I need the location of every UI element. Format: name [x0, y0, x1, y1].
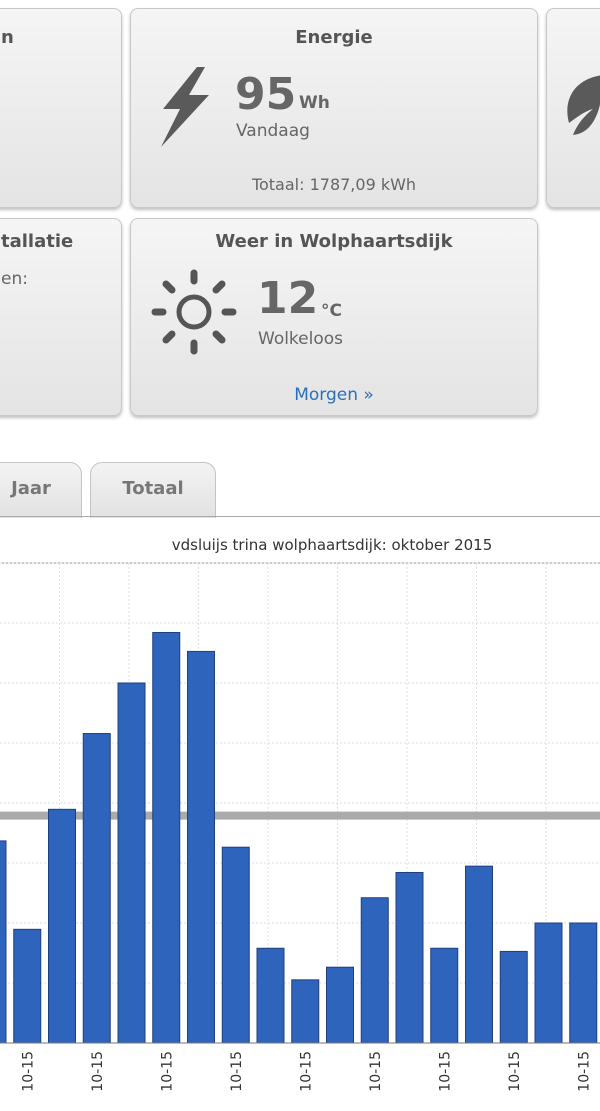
installatie-line: en: [1, 269, 28, 289]
bar [152, 631, 181, 1044]
bar [117, 682, 146, 1044]
chart-title: vdsluijs trina wolphaartsdijk: oktober 2… [172, 536, 493, 554]
card-production: n [0, 8, 122, 208]
tab-jaar[interactable]: Jaar [0, 462, 82, 518]
weer-morgen-link[interactable]: Morgen » [131, 385, 537, 405]
card-energie-title: Energie [295, 27, 373, 48]
card-installatie: tallatie en: [0, 218, 122, 416]
bar [221, 846, 250, 1044]
bar [291, 979, 320, 1044]
card-production-title: n [1, 27, 14, 48]
bar [0, 840, 7, 1044]
x-tick-label: 10-15 [368, 1051, 384, 1092]
bar [534, 922, 563, 1044]
weer-unit: °C [321, 301, 342, 321]
bar [395, 871, 424, 1044]
bar [13, 928, 42, 1044]
card-energie: Energie 95 Wh Vandaag Totaal: 1787,09 kW… [130, 8, 538, 208]
card-environment [546, 8, 600, 208]
x-tick-label: 10-15 [229, 1051, 245, 1092]
bar [569, 922, 598, 1044]
chart-panel: vdsluijs trina wolphaartsdijk: oktober 2… [0, 516, 600, 1107]
x-tick-label: 10-15 [576, 1051, 592, 1092]
weer-label: Wolkeloos [258, 329, 344, 349]
bar [82, 733, 111, 1044]
x-tick-label: 10-15 [298, 1051, 314, 1092]
bar-chart: vdsluijs trina wolphaartsdijk: oktober 2… [0, 536, 600, 1092]
x-tick-label: 10-15 [90, 1051, 106, 1092]
x-tick-label: 10-15 [437, 1051, 453, 1092]
energie-label: Vandaag [236, 121, 310, 141]
card-installatie-title: tallatie [1, 231, 74, 252]
leaf-icon [567, 75, 600, 135]
tab-totaal[interactable]: Totaal [90, 462, 216, 518]
weer-value: 12 [257, 273, 319, 324]
x-tick-label: 10-15 [507, 1051, 523, 1092]
card-weer-title: Weer in Wolphaartsdijk [215, 231, 453, 252]
energie-unit: Wh [299, 93, 330, 113]
energie-value: 95 [235, 69, 297, 120]
bar [48, 808, 76, 1044]
x-tick-label: 10-15 [20, 1051, 36, 1092]
bar [465, 865, 493, 1044]
lightning-icon [161, 67, 209, 147]
bar [256, 947, 285, 1044]
bar [499, 950, 528, 1044]
bar [360, 897, 389, 1044]
bar [187, 650, 215, 1044]
x-tick-label: 10-15 [159, 1051, 175, 1092]
sun-icon [151, 269, 237, 355]
energie-total: Totaal: 1787,09 kWh [251, 175, 417, 194]
bar [430, 947, 459, 1044]
bar [326, 966, 354, 1044]
card-weer: Weer in Wolphaartsdijk 12 °C Wolkeloos M… [130, 218, 538, 416]
